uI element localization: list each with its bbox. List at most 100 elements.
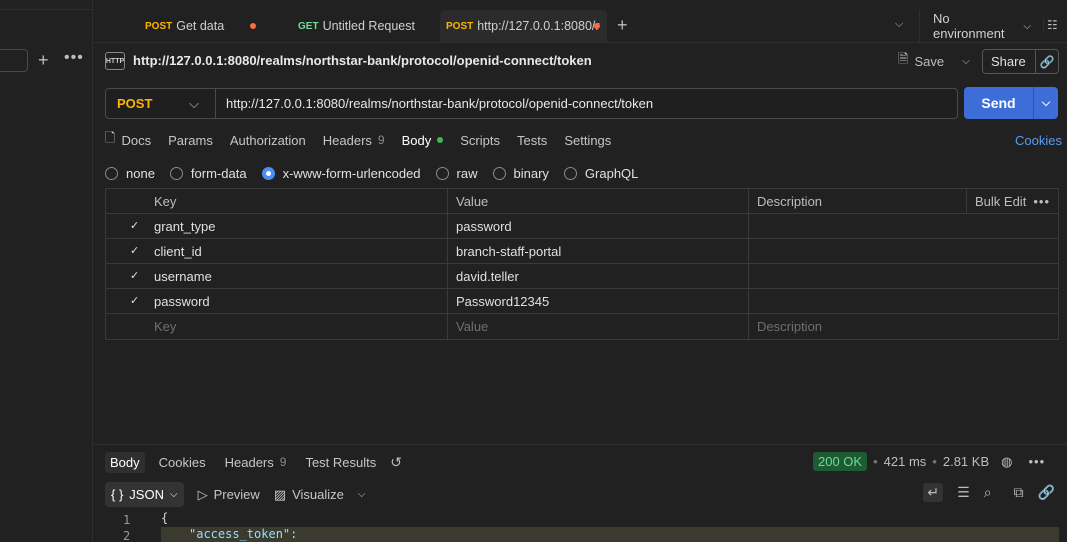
response-tab-test-results[interactable]: Test Results — [300, 452, 381, 473]
search-icon[interactable]: ⌕ — [984, 484, 992, 501]
row-checkbox[interactable]: ✓ — [130, 221, 141, 232]
status-badge[interactable]: 200 OK — [813, 452, 868, 471]
request-tab-bar: POST Get data GET Untitled Request POST … — [93, 10, 1067, 43]
send-options-chevron-icon[interactable]: ⌵ — [1034, 87, 1058, 119]
headers-count: 9 — [377, 133, 385, 147]
response-code-view[interactable]: 1 { 2 "access_token": — [93, 511, 1067, 542]
description-cell[interactable] — [748, 239, 1059, 264]
key-cell[interactable]: client_id — [154, 239, 446, 264]
tab-tests[interactable]: Tests — [517, 133, 547, 148]
response-tab-cookies[interactable]: Cookies — [154, 452, 211, 473]
row-checkbox[interactable]: ✓ — [130, 271, 141, 282]
environment-selector[interactable]: No environment ⌵ — [919, 10, 1031, 42]
save-button[interactable]: 🗎 Save ⌵ — [898, 50, 970, 72]
tabs-overflow-chevron-icon[interactable]: ⌵ — [895, 18, 903, 31]
row-checkbox[interactable]: ✓ — [130, 296, 141, 307]
copy-link-icon[interactable]: 🔗 — [1036, 55, 1058, 69]
environment-quicklook-icon[interactable]: ☷ — [1043, 18, 1058, 32]
sidebar-more-icon[interactable]: ••• — [64, 49, 84, 67]
tab-method: POST — [446, 20, 474, 32]
code-line: "access_token": — [161, 527, 1059, 542]
new-tab-plus-icon[interactable]: + — [617, 15, 628, 36]
request-title[interactable]: http://127.0.0.1:8080/realms/northstar-b… — [133, 53, 592, 68]
share-button[interactable]: Share 🔗 — [982, 49, 1059, 74]
radio-form-data[interactable]: form-data — [169, 165, 247, 181]
new-value-input[interactable]: Value — [447, 314, 747, 339]
wrap-lines-icon[interactable]: ↵ — [923, 483, 944, 502]
value-cell[interactable]: Password12345 — [447, 289, 747, 314]
radio-binary[interactable]: binary — [492, 165, 549, 181]
description-cell[interactable] — [748, 289, 1059, 314]
tab-label: Body — [401, 132, 432, 148]
body-type-selector: none form-data x-www-form-urlencoded raw… — [105, 163, 653, 183]
new-key-input[interactable]: Key — [154, 314, 446, 339]
radio-label: form-data — [190, 165, 247, 181]
more-options-icon[interactable]: ••• — [1033, 194, 1050, 209]
response-time[interactable]: 421 ms — [884, 454, 927, 469]
radio-circle — [492, 166, 506, 180]
http-icon: HTTP — [105, 52, 125, 70]
radio-circle — [169, 166, 183, 180]
radio-circle — [435, 166, 449, 180]
chevron-down-icon[interactable]: ⌵ — [358, 489, 366, 500]
key-cell[interactable]: username — [154, 264, 446, 289]
bulk-edit-button[interactable]: Bulk Edit ••• — [966, 189, 1058, 214]
tab-label: Cookies — [158, 454, 206, 470]
history-icon[interactable]: ↺ — [390, 454, 402, 471]
value-cell[interactable]: password — [447, 214, 747, 239]
tab-get-data[interactable]: POST Get data — [145, 10, 265, 42]
tab-body[interactable]: Body — [402, 133, 444, 148]
response-size[interactable]: 2.81 KB — [943, 454, 989, 469]
radio-raw[interactable]: raw — [435, 166, 478, 181]
tab-settings[interactable]: Settings — [564, 133, 611, 148]
key-cell[interactable]: password — [154, 289, 446, 314]
visualize-button[interactable]: ▨ Visualize ⌵ — [274, 487, 366, 503]
copy-icon[interactable]: ⧉ — [1014, 484, 1024, 501]
new-collection-plus-icon[interactable]: + — [38, 50, 49, 71]
new-description-input[interactable]: Description — [748, 314, 1059, 339]
preview-button[interactable]: ▷ Preview — [198, 487, 260, 503]
description-cell[interactable] — [748, 264, 1059, 289]
tab-token-request[interactable]: POST http://127.0.0.1:8080/r — [440, 10, 607, 42]
key-cell[interactable]: grant_type — [154, 214, 446, 239]
code-text: { — [161, 511, 169, 525]
radio-none[interactable]: none — [105, 166, 155, 181]
value-cell[interactable]: david.teller — [447, 264, 747, 289]
tab-params[interactable]: Params — [168, 133, 213, 148]
sidebar-search-input[interactable] — [0, 49, 28, 72]
tab-headers[interactable]: Headers 9 — [323, 133, 385, 148]
method-select[interactable]: POST ⌵ — [106, 89, 216, 118]
send-button[interactable]: Send ⌵ — [964, 87, 1058, 119]
radio-graphql[interactable]: GraphQL — [563, 165, 639, 181]
more-options-icon[interactable]: ••• — [1028, 454, 1045, 469]
radio-label: GraphQL — [584, 165, 639, 181]
row-checkbox[interactable]: ✓ — [130, 246, 141, 257]
radio-label: binary — [513, 165, 549, 181]
docs-icon: 🗋 — [105, 130, 116, 145]
response-tab-headers[interactable]: Headers 9 — [220, 452, 292, 473]
radio-circle — [261, 166, 275, 180]
app-window: + ••• POST Get data GET Untitled Request… — [0, 0, 1067, 542]
sidebar: + ••• — [0, 0, 93, 542]
filter-icon[interactable]: ☰ — [957, 484, 970, 501]
tab-authorization[interactable]: Authorization — [230, 133, 306, 148]
image-icon: ▨ — [273, 486, 287, 502]
play-icon: ▷ — [197, 486, 208, 502]
description-cell[interactable] — [748, 214, 1059, 239]
column-header-key: Key — [154, 194, 177, 209]
radio-urlencoded[interactable]: x-www-form-urlencoded — [261, 166, 421, 181]
radio-circle — [105, 166, 118, 180]
response-tab-body[interactable]: Body — [105, 451, 145, 473]
share-label: Share — [983, 50, 1036, 73]
tab-docs[interactable]: 🗋 Docs — [105, 129, 151, 151]
url-input[interactable]: http://127.0.0.1:8080/realms/northstar-b… — [226, 89, 946, 118]
globe-icon[interactable]: ◍ — [1001, 454, 1012, 470]
save-options-chevron-icon[interactable]: ⌵ — [962, 56, 970, 67]
tab-untitled-request[interactable]: GET Untitled Request — [298, 10, 428, 42]
value-cell[interactable]: branch-staff-portal — [447, 239, 747, 264]
link-icon[interactable]: 🔗 — [1038, 484, 1055, 501]
tab-scripts[interactable]: Scripts — [460, 133, 500, 148]
tab-label: Authorization — [229, 132, 306, 148]
cookies-link[interactable]: Cookies — [1015, 133, 1062, 148]
format-select[interactable]: { } JSON ⌵ — [105, 482, 184, 507]
